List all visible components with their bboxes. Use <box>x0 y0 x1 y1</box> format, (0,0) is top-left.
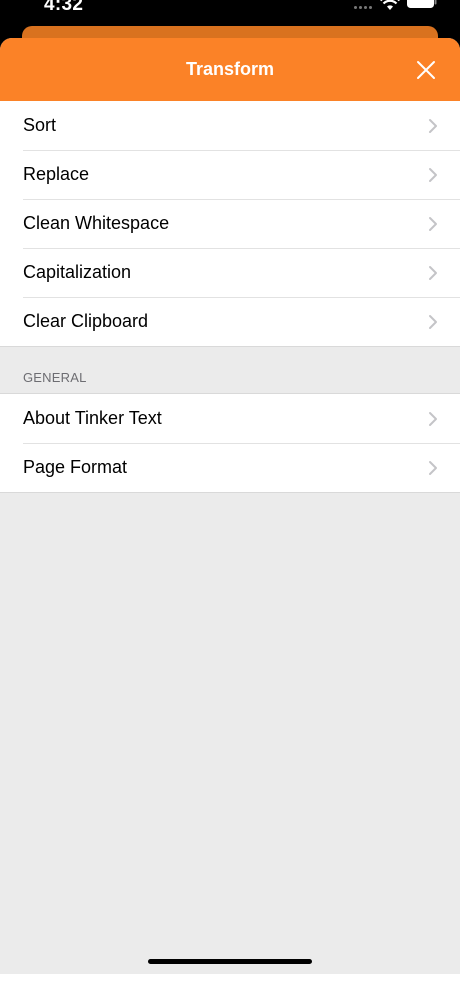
chevron-right-icon <box>429 119 437 133</box>
chevron-right-icon <box>429 315 437 329</box>
bottom-safe-area <box>0 974 460 996</box>
list-item-about-tinker-text[interactable]: About Tinker Text <box>0 394 460 443</box>
transform-sheet: Transform Sort Replace Clean Whitespace … <box>0 38 460 974</box>
list-item-capitalization[interactable]: Capitalization <box>0 248 460 297</box>
list-item-label: Capitalization <box>23 262 132 282</box>
list-item-label: About Tinker Text <box>23 408 162 428</box>
list-item-clear-clipboard[interactable]: Clear Clipboard <box>0 297 460 346</box>
list-item-page-format[interactable]: Page Format <box>0 443 460 492</box>
close-icon[interactable] <box>412 56 440 84</box>
list-item-label: Sort <box>23 115 57 135</box>
home-indicator[interactable] <box>148 959 312 964</box>
section-header-label: GENERAL <box>23 370 87 385</box>
list-item-clean-whitespace[interactable]: Clean Whitespace <box>0 199 460 248</box>
general-list: About Tinker Text Page Format <box>0 394 460 492</box>
list-item-label: Page Format <box>23 457 128 477</box>
list-item-label: Clear Clipboard <box>23 311 149 331</box>
wifi-icon <box>380 0 400 10</box>
section-header-general: GENERAL <box>0 346 460 394</box>
page-title: Transform <box>185 59 275 79</box>
list-item-replace[interactable]: Replace <box>0 150 460 199</box>
chevron-right-icon <box>429 461 437 475</box>
chevron-right-icon <box>429 217 437 231</box>
chevron-right-icon <box>429 266 437 280</box>
list-item-label: Replace <box>23 164 90 184</box>
status-time: 4:32 <box>44 0 84 15</box>
transform-list: Sort Replace Clean Whitespace Capitaliza… <box>0 101 460 346</box>
list-item-sort[interactable]: Sort <box>0 101 460 150</box>
divider <box>0 492 460 493</box>
nav-bar: Transform <box>0 38 460 101</box>
battery-icon <box>407 0 437 8</box>
chevron-right-icon <box>429 168 437 182</box>
chevron-right-icon <box>429 412 437 426</box>
cellular-signal-icon <box>354 6 374 9</box>
list-item-label: Clean Whitespace <box>23 213 170 233</box>
